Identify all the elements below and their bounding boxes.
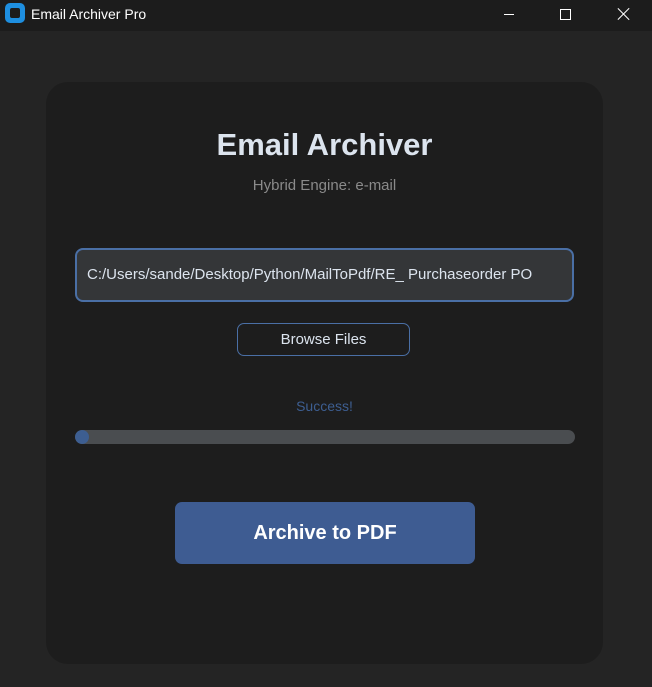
app-icon <box>5 3 25 23</box>
engine-subtitle: Hybrid Engine: e-mail <box>252 177 397 194</box>
progress-bar-fill <box>75 430 89 444</box>
status-text: Success! <box>296 398 353 414</box>
window-title: Email Archiver Pro <box>31 6 147 22</box>
archive-to-pdf-button[interactable]: Archive to PDF <box>175 502 475 564</box>
maximize-icon <box>559 8 571 20</box>
maximize-button[interactable] <box>542 0 588 28</box>
close-button[interactable] <box>601 0 647 28</box>
file-path-input[interactable]: C:/Users/sande/Desktop/Python/MailToPdf/… <box>75 248 574 302</box>
minimize-icon <box>504 13 514 15</box>
minimize-button[interactable] <box>486 0 532 28</box>
app-window: Email Archiver Pro Email Archiver Hybrid… <box>0 0 652 687</box>
browse-files-button[interactable]: Browse Files <box>237 323 410 356</box>
main-card: Email Archiver Hybrid Engine: e-mail C:/… <box>46 82 603 664</box>
progress-bar <box>75 430 575 444</box>
close-icon <box>618 8 630 20</box>
title-bar[interactable]: Email Archiver Pro <box>0 0 652 31</box>
page-title: Email Archiver <box>216 127 433 162</box>
